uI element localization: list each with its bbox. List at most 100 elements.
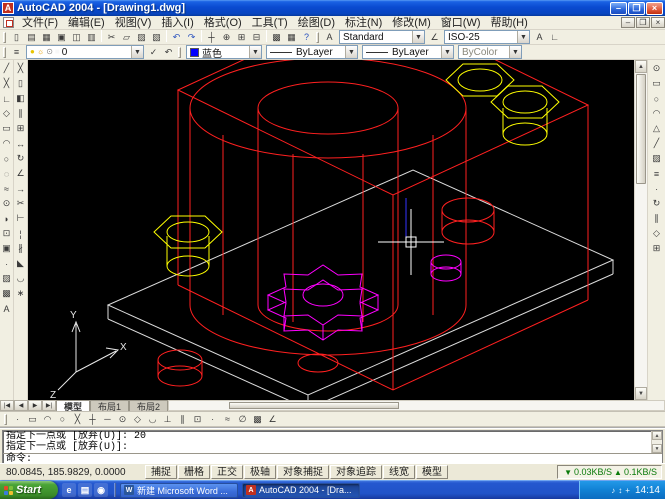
restore-button[interactable]: ❐ — [628, 2, 645, 15]
scale-icon[interactable]: ∠ — [14, 166, 27, 181]
osnap-settings-icon[interactable]: ▩ — [250, 412, 265, 426]
chamfer-icon[interactable]: ◣ — [14, 256, 27, 271]
pan-realtime-icon[interactable]: ┼ — [204, 30, 219, 44]
menu-view[interactable]: 视图(V) — [110, 16, 157, 30]
chevron-down-icon[interactable]: ▼ — [517, 31, 529, 43]
ellipse-icon[interactable]: ⊙ — [0, 196, 13, 211]
snap-extension-icon[interactable]: ─ — [100, 412, 115, 426]
toggle-osnap[interactable]: 对象捕捉 — [277, 465, 329, 479]
slice-icon[interactable]: ╱ — [649, 136, 664, 151]
tab-nav-button-3[interactable]: ▶| — [42, 400, 56, 411]
render-icon[interactable]: △ — [649, 121, 664, 136]
toolbar-grip[interactable] — [3, 47, 6, 58]
antivirus-icon[interactable]: + — [625, 486, 630, 495]
offset-icon[interactable]: ∥ — [14, 106, 27, 121]
dim-style-manager-icon[interactable]: ∟ — [547, 30, 562, 44]
menu-dimension[interactable]: 标注(N) — [340, 16, 387, 30]
polygon-icon[interactable]: ◇ — [0, 106, 13, 121]
plot-icon[interactable]: ▣ — [54, 30, 69, 44]
mdi-close-button[interactable]: × — [651, 17, 665, 28]
show-desktop-icon[interactable]: ▤ — [78, 483, 92, 497]
point-icon[interactable]: ∙ — [0, 256, 13, 271]
publish-icon[interactable]: ▥ — [84, 30, 99, 44]
rotate-3d-icon[interactable]: ↻ — [649, 196, 664, 211]
minimize-button[interactable]: – — [610, 2, 627, 15]
menu-insert[interactable]: 插入(I) — [156, 16, 198, 30]
media-player-icon[interactable]: ◉ — [94, 483, 108, 497]
menu-format[interactable]: 格式(O) — [199, 16, 247, 30]
array-icon[interactable]: ⊞ — [14, 121, 27, 136]
scrollbar-thumb[interactable] — [636, 74, 646, 184]
command-text-area[interactable]: 指定下一点或 [放弃(U)]: 20 指定下一点或 [放弃(U)]: ▲ ▼ 命… — [2, 430, 663, 466]
chevron-down-icon[interactable]: ▼ — [412, 31, 424, 43]
undo-icon[interactable]: ↶ — [169, 30, 184, 44]
chevron-down-icon[interactable]: ▼ — [249, 46, 261, 58]
arc-icon[interactable]: ◠ — [0, 136, 13, 151]
start-button[interactable]: Start — [0, 481, 58, 499]
rectangle-icon[interactable]: ▭ — [0, 121, 13, 136]
hatch-icon[interactable]: ▨ — [0, 271, 13, 286]
layer-combo[interactable]: ●☼⊙■ 0 ▼ — [26, 45, 144, 59]
rotate-icon[interactable]: ↻ — [14, 151, 27, 166]
snap-insertion-icon[interactable]: ⊡ — [190, 412, 205, 426]
menu-help[interactable]: 帮助(H) — [486, 16, 533, 30]
chevron-down-icon[interactable]: ▼ — [131, 46, 143, 58]
point-style-icon[interactable]: ∙ — [649, 181, 664, 196]
ellipse-arc-icon[interactable]: ◗ — [0, 211, 13, 226]
scroll-down-icon[interactable]: ▼ — [652, 444, 662, 453]
snap-from-icon[interactable]: ▭ — [25, 412, 40, 426]
insert-block-icon[interactable]: ⊡ — [0, 226, 13, 241]
toolbar-grip[interactable] — [316, 32, 319, 43]
scroll-down-icon[interactable]: ▼ — [635, 387, 647, 400]
tab-nav-button-0[interactable]: |◀ — [0, 400, 14, 411]
chevron-down-icon[interactable]: ▼ — [441, 46, 453, 58]
menu-edit[interactable]: 编辑(E) — [63, 16, 110, 30]
line-icon[interactable]: ╱ — [0, 61, 13, 76]
task-autocad[interactable]: AAutoCAD 2004 - [Dra... — [242, 483, 360, 498]
polyline-icon[interactable]: ∟ — [0, 91, 13, 106]
text-style-combo[interactable]: Standard ▼ — [339, 30, 425, 44]
toggle-model-space[interactable]: 模型 — [416, 465, 448, 479]
region-icon[interactable]: ▩ — [0, 286, 13, 301]
snap-none-icon[interactable]: ∅ — [235, 412, 250, 426]
toggle-ortho[interactable]: 正交 — [211, 465, 243, 479]
snap-midpoint-icon[interactable]: ○ — [55, 412, 70, 426]
snap-perpendicular-icon[interactable]: ⊥ — [160, 412, 175, 426]
array-3d-icon[interactable]: ⊞ — [649, 241, 664, 256]
region-tool-icon[interactable]: ◇ — [649, 226, 664, 241]
break-at-point-icon[interactable]: ¦ — [14, 226, 27, 241]
properties-panel-icon[interactable]: ≡ — [649, 166, 664, 181]
task-word-document[interactable]: W新建 Microsoft Word ... — [120, 483, 238, 498]
menu-window[interactable]: 窗口(W) — [436, 16, 486, 30]
scrollbar-thumb[interactable] — [229, 402, 399, 409]
extend-icon[interactable]: ⊢ — [14, 211, 27, 226]
command-scrollbar[interactable]: ▲ ▼ — [651, 431, 662, 453]
revision-cloud-icon[interactable]: ◌ — [0, 166, 13, 181]
open-icon[interactable]: ▤ — [24, 30, 39, 44]
internet-explorer-icon[interactable]: e — [62, 483, 76, 497]
scroll-up-icon[interactable]: ▲ — [635, 60, 647, 73]
snap-tangent-icon[interactable]: ◡ — [145, 412, 160, 426]
toggle-polar[interactable]: 极轴 — [244, 465, 276, 479]
snap-center-icon[interactable]: ⊙ — [115, 412, 130, 426]
close-button[interactable]: × — [646, 2, 663, 15]
volume-icon[interactable]: ♪ — [611, 486, 615, 495]
cut-icon[interactable]: ✂ — [104, 30, 119, 44]
designcenter-icon[interactable]: ▦ — [284, 30, 299, 44]
paste-icon[interactable]: ▨ — [134, 30, 149, 44]
spline-icon[interactable]: ≈ — [0, 181, 13, 196]
make-block-icon[interactable]: ▣ — [0, 241, 13, 256]
dim-style-combo[interactable]: ISO-25 ▼ — [444, 30, 530, 44]
construction-line-icon[interactable]: ╳ — [0, 76, 13, 91]
shade-icon[interactable]: ◠ — [649, 106, 664, 121]
layer-on-bulb-icon[interactable]: ● — [30, 47, 35, 57]
menu-file[interactable]: 文件(F) — [17, 16, 63, 30]
copy-icon[interactable]: ▱ — [119, 30, 134, 44]
redo-icon[interactable]: ↷ — [184, 30, 199, 44]
tab-nav-button-2[interactable]: ▶ — [28, 400, 42, 411]
erase-icon[interactable]: ╳ — [14, 61, 27, 76]
dim-style-icon[interactable]: ∠ — [427, 30, 442, 44]
explode-icon[interactable]: ∗ — [14, 286, 27, 301]
mdi-minimize-button[interactable]: – — [621, 17, 635, 28]
mirror-icon[interactable]: ◧ — [14, 91, 27, 106]
